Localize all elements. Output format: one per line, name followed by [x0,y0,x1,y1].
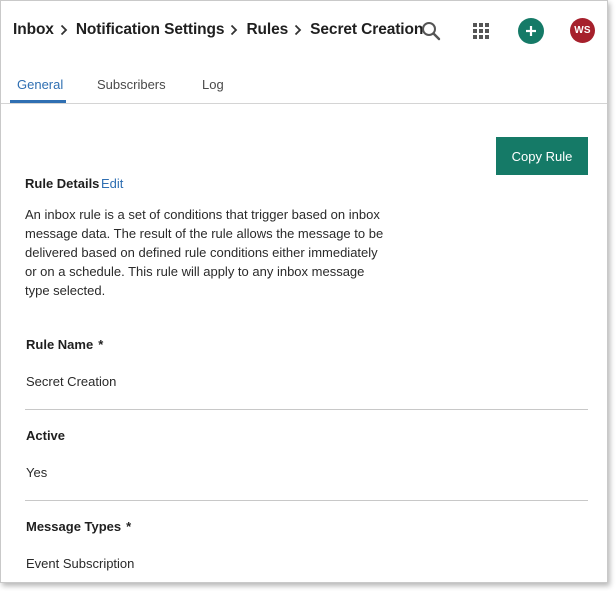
active-tab-indicator [10,100,66,103]
active-label: Active [26,428,65,443]
message-types-value: Event Subscription [26,556,135,571]
active-value: Yes [26,465,48,480]
search-icon[interactable] [417,17,445,45]
tab-general[interactable]: General [17,77,63,92]
breadcrumb-inbox[interactable]: Inbox [13,21,54,39]
chevron-right-icon [60,23,70,37]
field-label-text: Active [26,428,66,443]
breadcrumb: Inbox Notification Settings Rules Secret… [13,21,423,39]
rule-name-label: Rule Name * [26,337,103,352]
user-avatar[interactable]: WS [570,18,595,43]
rule-details-heading: Rule Details [25,176,100,191]
rule-settings-window: Inbox Notification Settings Rules Secret… [0,0,608,583]
copy-rule-button[interactable]: Copy Rule [496,137,588,175]
field-divider [25,500,588,501]
chevron-right-icon [294,23,304,37]
add-icon[interactable] [518,18,544,44]
description-line: or on a schedule. This rule will apply t… [25,264,365,279]
tab-log[interactable]: Log [202,77,224,92]
edit-link[interactable]: Edit [101,176,123,191]
rule-description: An inbox rule is a set of conditions tha… [25,205,395,300]
tab-bar: General Subscribers Log [1,63,607,104]
description-line: type selected. [25,283,106,298]
field-label-text: Rule Name [26,337,94,352]
rule-name-value: Secret Creation [26,374,117,389]
message-types-label: Message Types * [26,519,131,534]
tab-subscribers[interactable]: Subscribers [97,77,166,92]
required-marker: * [126,519,132,534]
description-line: message data. The result of the rule all… [25,226,384,241]
field-divider [25,409,588,410]
chevron-right-icon [230,23,240,37]
description-line: delivered based on defined rule conditio… [25,245,378,260]
breadcrumb-current: Secret Creation [310,21,424,38]
description-line: An inbox rule is a set of conditions tha… [25,207,380,222]
page-header: Inbox Notification Settings Rules Secret… [1,1,607,61]
breadcrumb-rules[interactable]: Rules [246,21,288,39]
breadcrumb-notification-settings[interactable]: Notification Settings [76,21,225,39]
required-marker: * [98,337,104,352]
apps-grid-icon[interactable] [467,17,495,45]
field-label-text: Message Types [26,519,122,534]
